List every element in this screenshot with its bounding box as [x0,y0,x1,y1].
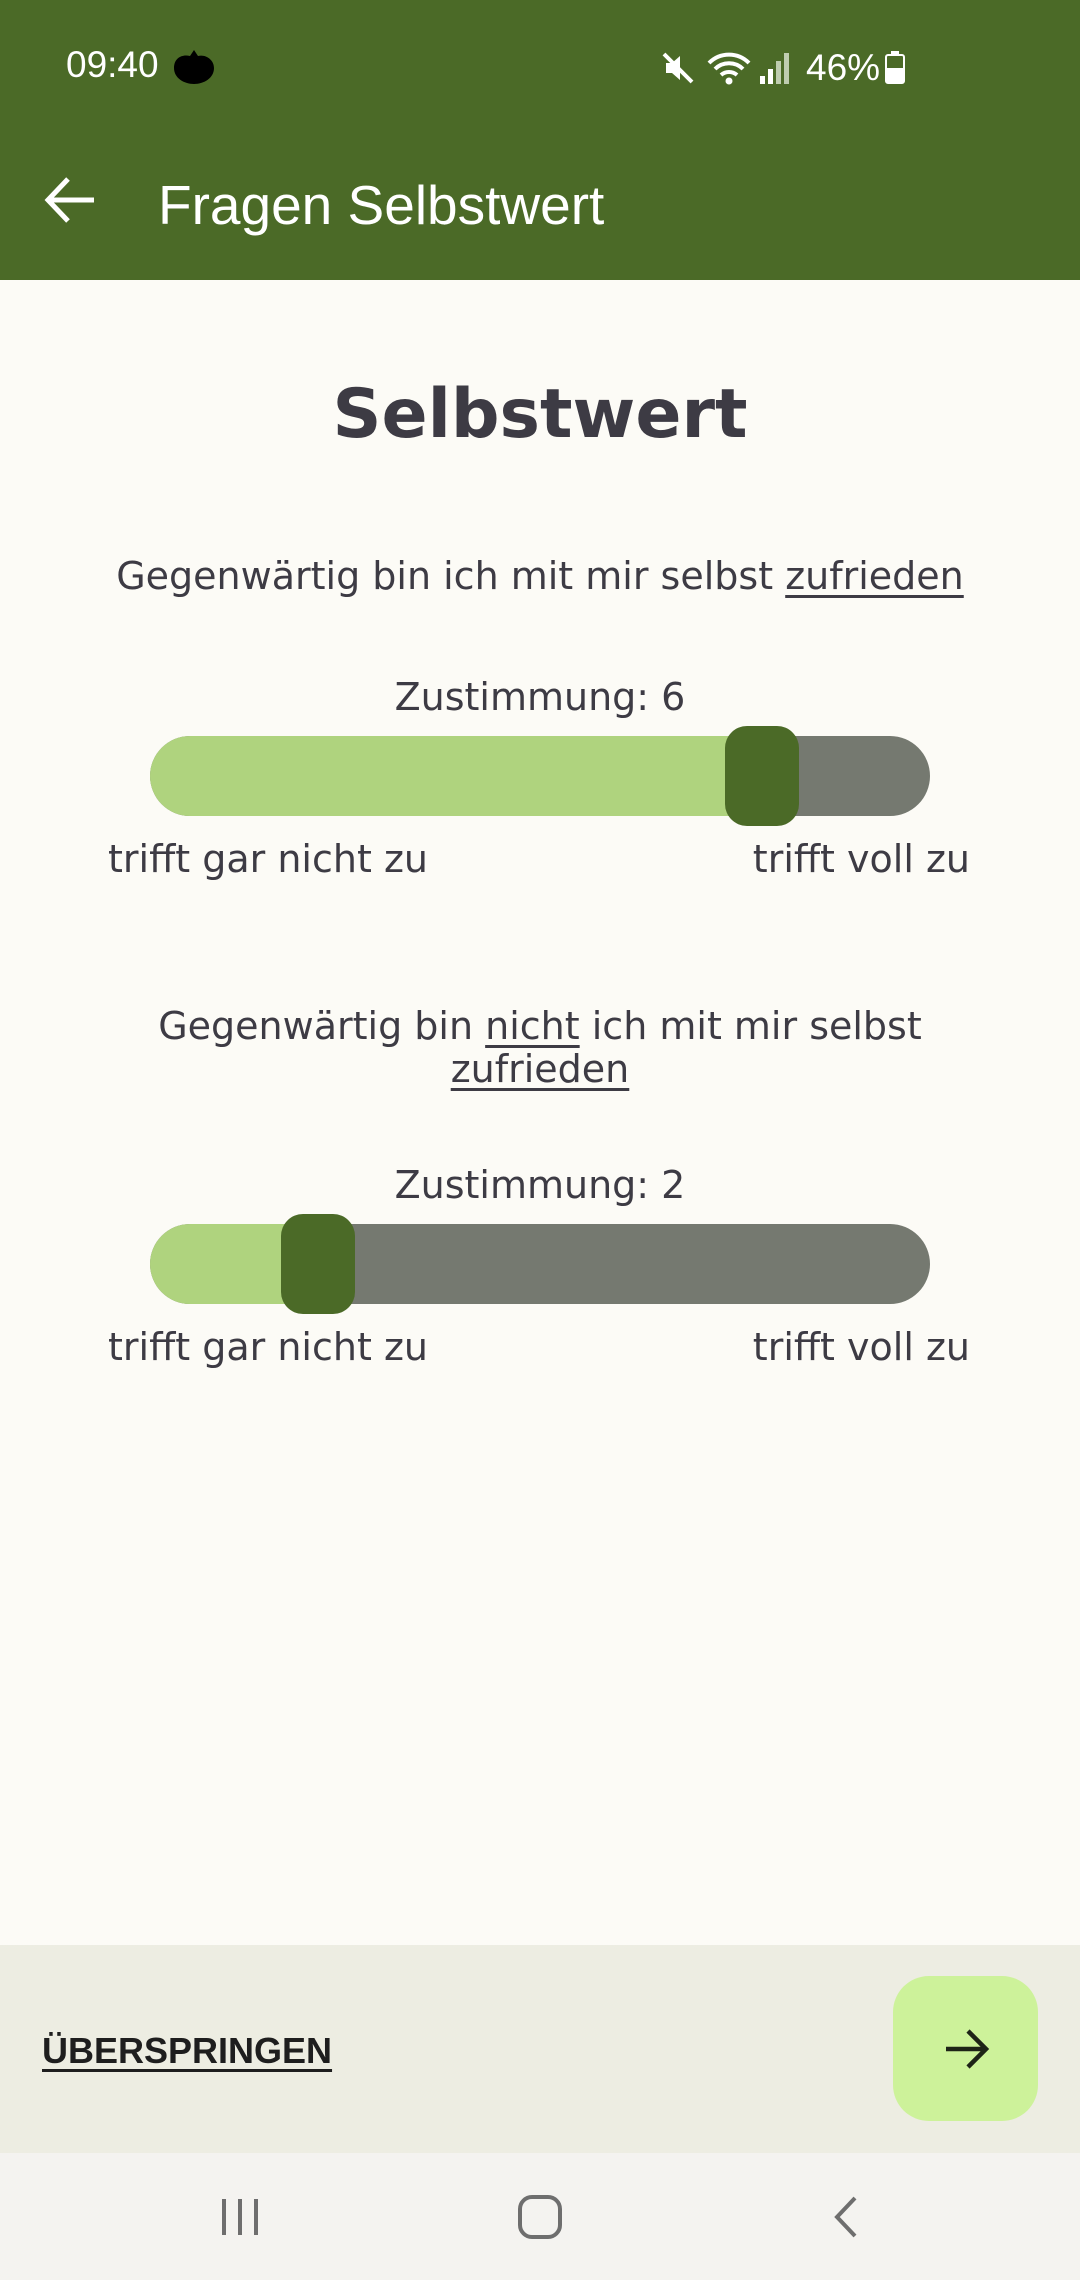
arrow-right-icon [945,2028,989,2069]
slider-thumb[interactable] [725,726,799,826]
question-2-min-label: trifft gar nicht zu [108,1325,428,1369]
skip-button[interactable]: ÜBERSPRINGEN [42,2030,332,2072]
arrow-left-icon [44,177,94,223]
question-1-underlined-word: zufrieden [785,554,964,598]
back-button[interactable] [36,165,106,235]
mute-icon [662,52,694,84]
page-title: Selbstwert [332,375,748,454]
question-1-min-label: trifft gar nicht zu [108,837,428,881]
slider-thumb[interactable] [281,1214,355,1314]
recent-apps-icon [222,2198,258,2235]
system-back-button[interactable] [765,2153,925,2280]
question-2-underlined-word-2: zufrieden [450,1047,630,1091]
cat-icon [174,50,214,84]
home-button[interactable] [460,2153,620,2280]
wifi-icon [707,52,751,85]
question-1-text-part: Gegenwärtig bin ich mit mir selbst [116,554,786,598]
question-2-slider[interactable] [150,1214,930,1314]
question-2-value-label: Zustimmung: 2 [394,1163,686,1207]
system-nav-bar [0,2153,1080,2280]
status-bar: 09:40 46% [0,0,1080,135]
question-2-text: Gegenwärtig bin nicht ich mit mir selbst… [100,1005,980,1091]
battery-icon [885,51,906,84]
battery-percent: 46% [806,47,881,88]
status-icons: 46% [660,46,906,90]
slider-fill [150,736,762,816]
question-2-text-part-2: ich mit mir selbst [579,1004,922,1048]
back-icon [834,2196,857,2237]
recent-apps-button[interactable] [160,2153,320,2280]
question-2-max-label: trifft voll zu [752,1325,970,1369]
app-bar: Fragen Selbstwert [0,135,1080,280]
signal-icon [760,53,789,84]
question-1-slider[interactable] [150,726,930,826]
home-icon [518,2194,562,2239]
questionnaire-content: Selbstwert Gegenwärtig bin ich mit mir s… [0,280,1080,1945]
footer-bar: ÜBERSPRINGEN [0,1945,1080,2153]
question-2-underlined-word-1: nicht [485,1004,580,1048]
next-button[interactable] [893,1976,1038,2121]
question-2-text-part-1: Gegenwärtig bin [158,1004,486,1048]
question-1-text: Gegenwärtig bin ich mit mir selbst zufri… [100,555,980,598]
question-1-value-label: Zustimmung: 6 [394,675,686,719]
app-bar-title: Fragen Selbstwert [158,174,605,236]
status-time: 09:40 [66,44,159,85]
question-1-max-label: trifft voll zu [752,837,970,881]
